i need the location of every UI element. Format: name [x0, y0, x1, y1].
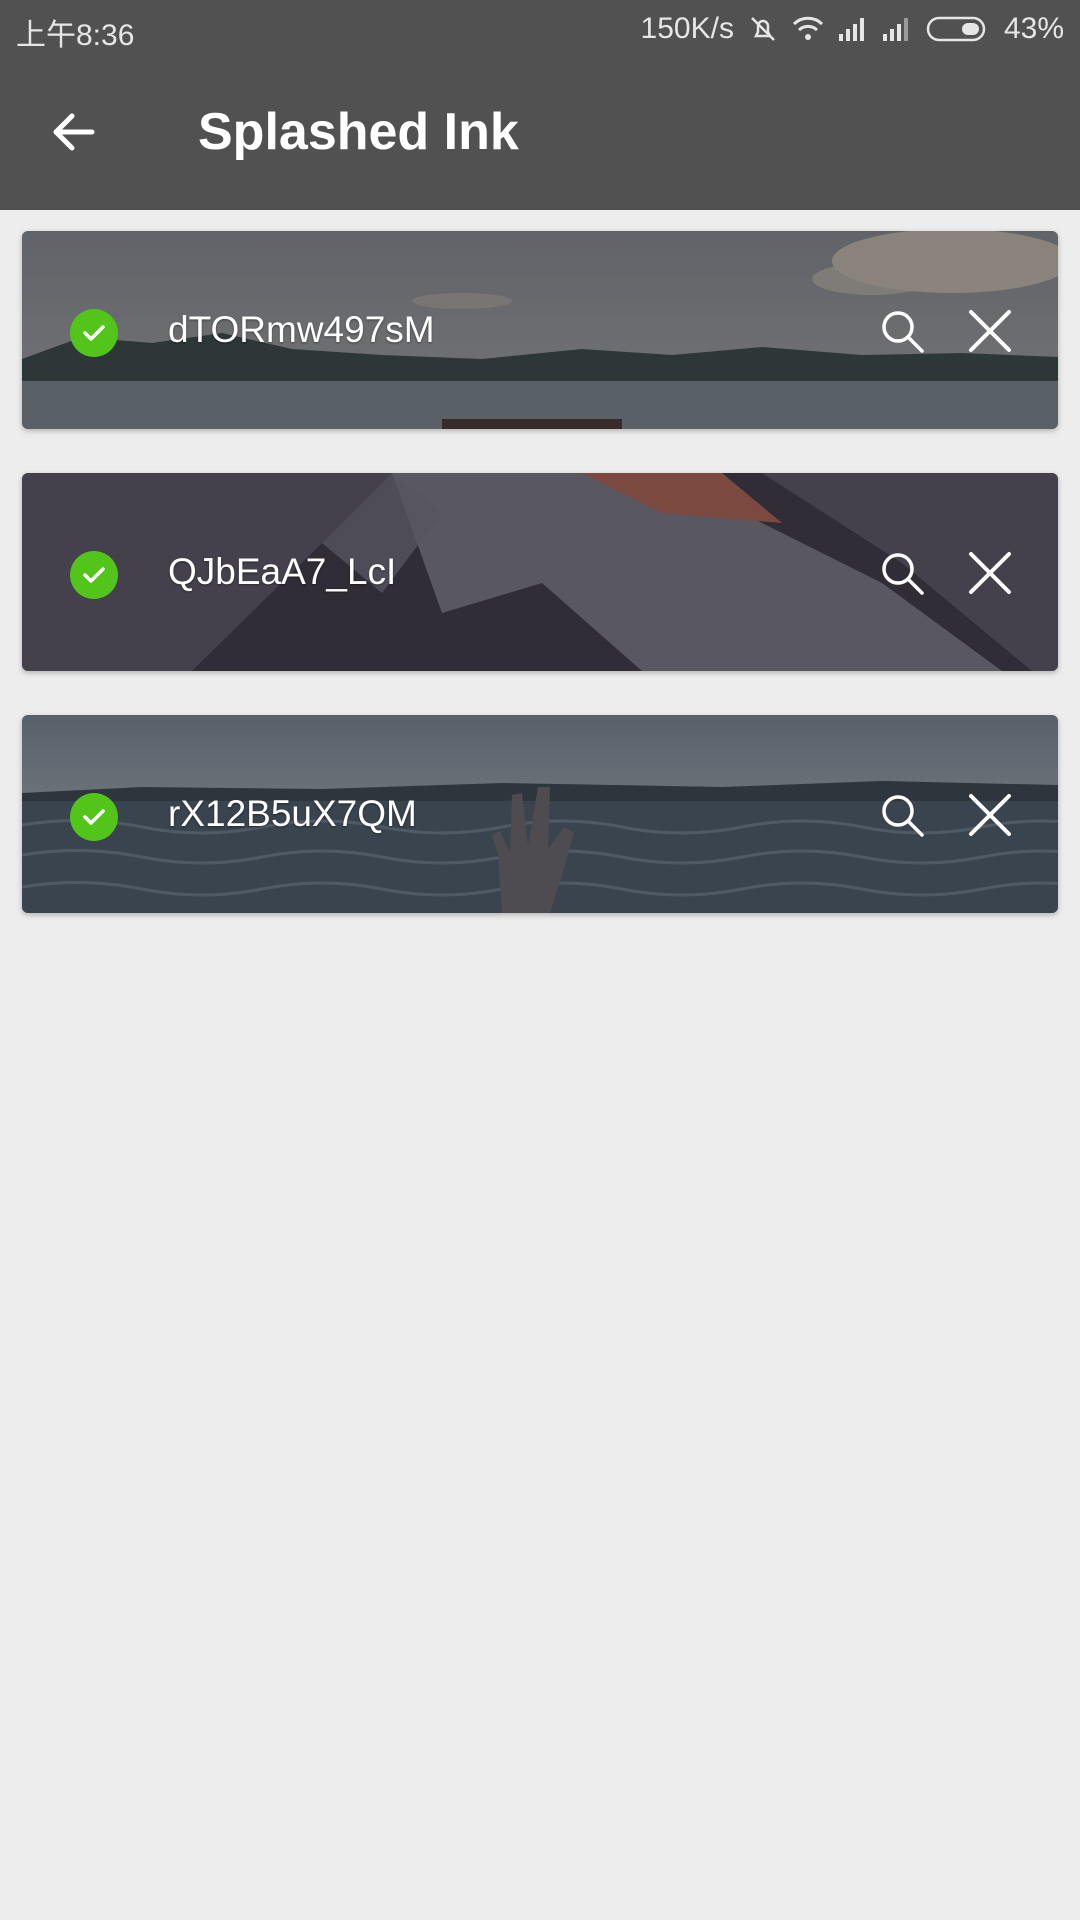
close-icon	[967, 550, 1013, 601]
network-speed: 150K/s	[640, 12, 734, 45]
mute-icon	[748, 14, 778, 44]
search-icon	[878, 307, 926, 360]
battery-percent: 43%	[1003, 12, 1064, 45]
status-time: 上午8:36	[16, 19, 135, 52]
search-button[interactable]	[874, 789, 930, 845]
close-icon	[967, 792, 1013, 843]
list-item[interactable]: rX12B5uX7QM	[22, 715, 1058, 913]
page-title: Splashed Ink	[198, 103, 519, 161]
signal-icon	[882, 16, 912, 42]
remove-button[interactable]	[962, 789, 1018, 845]
search-icon	[878, 791, 926, 844]
search-icon	[878, 549, 926, 602]
check-circle-icon	[70, 309, 118, 357]
check-circle-icon	[70, 551, 118, 599]
signal-icon	[838, 16, 868, 42]
remove-button[interactable]	[962, 547, 1018, 603]
close-icon	[967, 308, 1013, 359]
remove-button[interactable]	[962, 305, 1018, 361]
back-button[interactable]	[36, 96, 112, 172]
item-id: dTORmw497sM	[168, 309, 435, 350]
item-id: rX12B5uX7QM	[168, 793, 417, 834]
item-id: QJbEaA7_LcI	[168, 551, 397, 592]
search-button[interactable]	[874, 305, 930, 361]
list-item[interactable]: QJbEaA7_LcI	[22, 473, 1058, 671]
arrow-left-icon	[48, 106, 100, 163]
status-bar: 上午8:36 150K/s 43%	[0, 0, 1080, 58]
app-bar: Splashed Ink	[0, 58, 1080, 210]
wifi-icon	[792, 15, 824, 43]
list-item[interactable]: dTORmw497sM	[22, 231, 1058, 429]
search-button[interactable]	[874, 547, 930, 603]
battery-icon	[926, 15, 990, 43]
check-circle-icon	[70, 793, 118, 841]
